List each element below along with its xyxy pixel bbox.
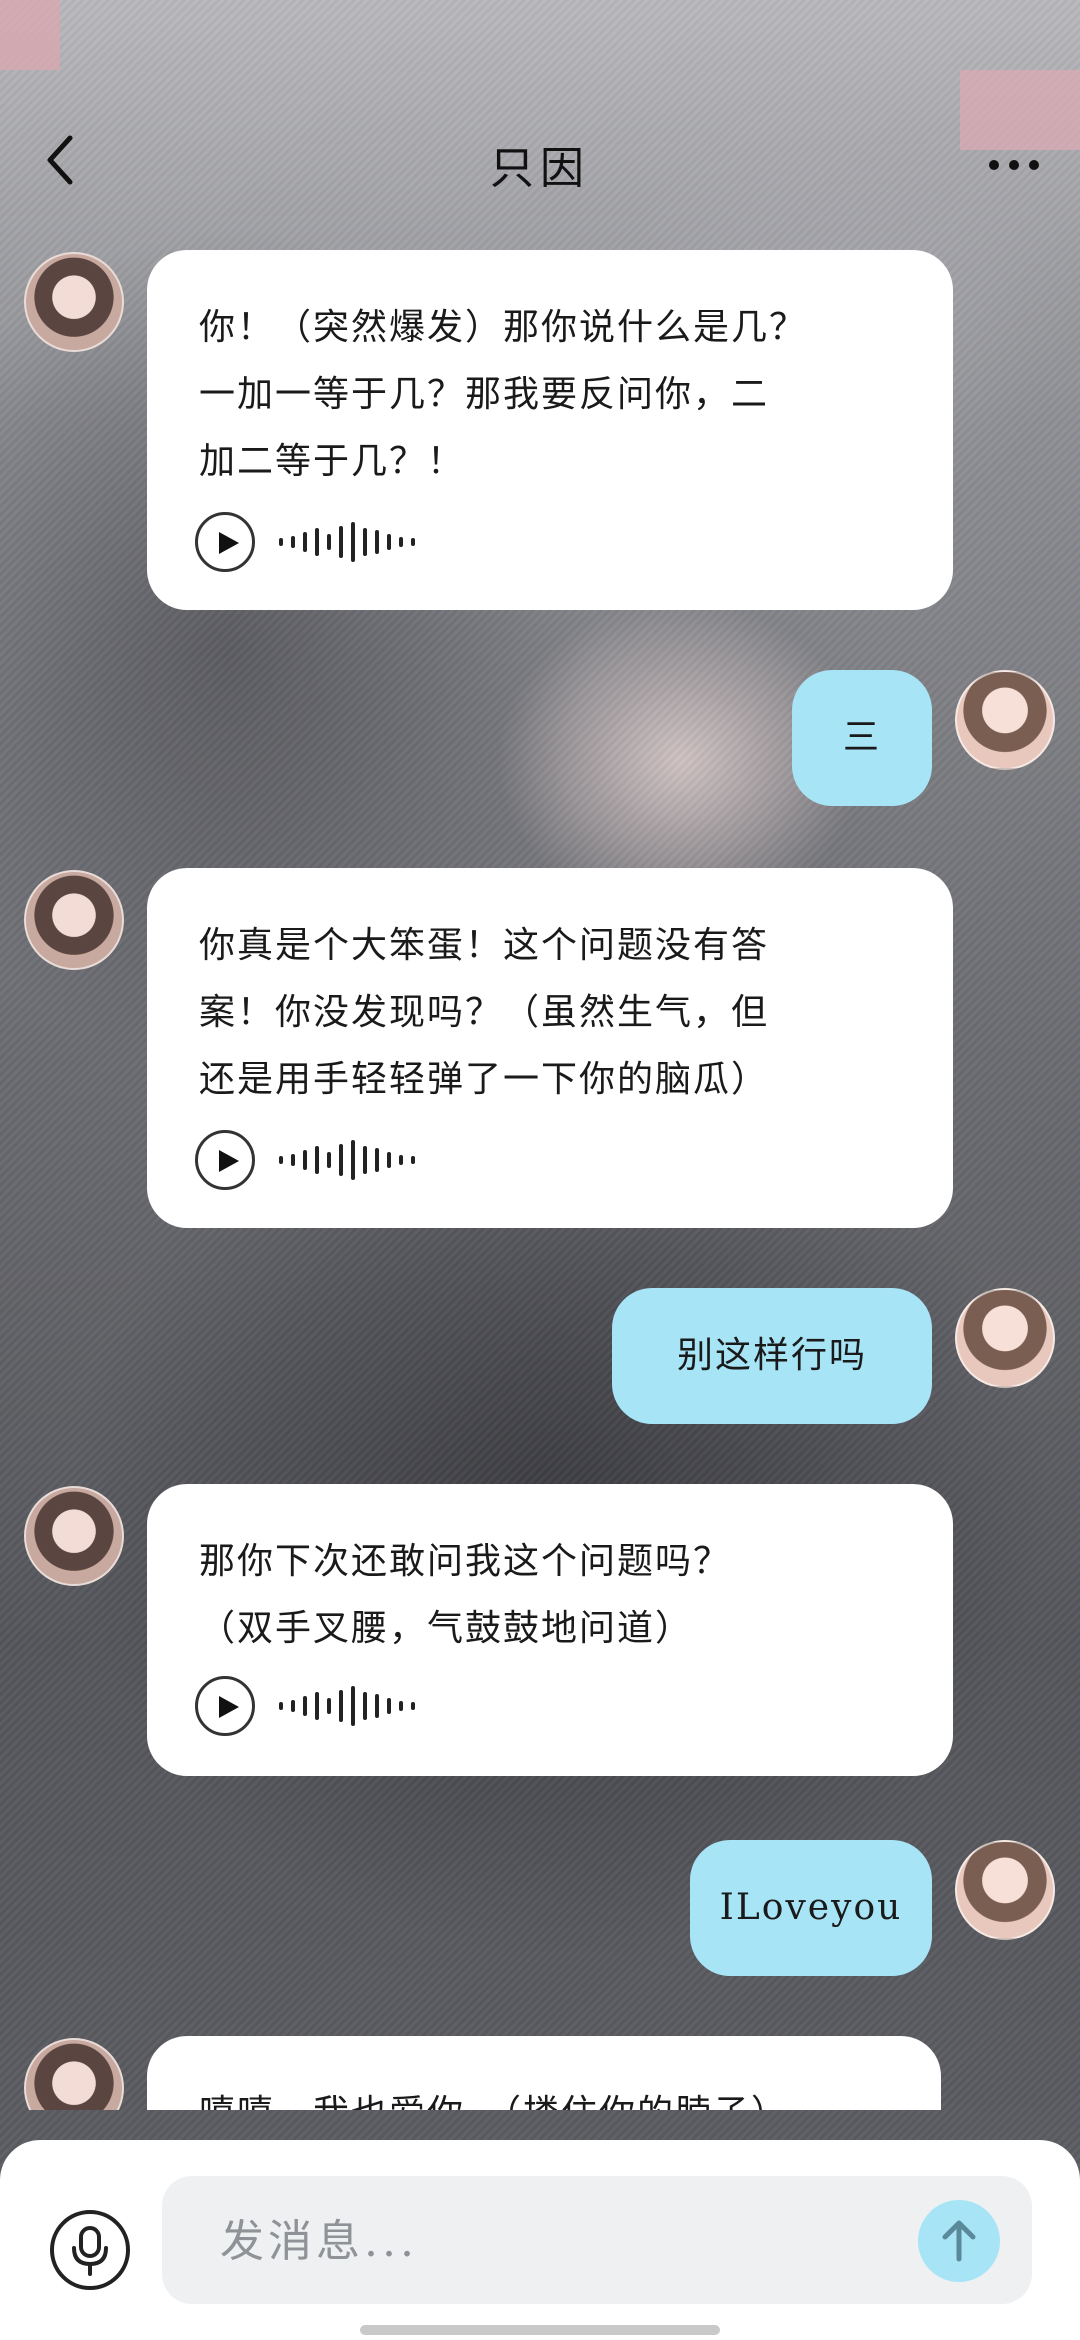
- message-text: 那你下次还敢问我这个问题吗？ （双手叉腰，气鼓鼓地问道）: [199, 1541, 732, 1649]
- bot-message-bubble[interactable]: 你！（突然爆发）那你说什么是几？ 一加一等于几？那我要反问你，二 加二等于几？！: [147, 250, 953, 610]
- user-avatar[interactable]: [955, 670, 1055, 770]
- input-bar: [0, 2140, 1080, 2340]
- play-voice-button[interactable]: [195, 1676, 255, 1736]
- back-button[interactable]: [40, 130, 100, 200]
- user-message-bubble[interactable]: ILoveyou: [690, 1840, 932, 1976]
- send-button[interactable]: [918, 2200, 1000, 2282]
- message-text: 三: [842, 717, 881, 758]
- message-text: 你！（突然爆发）那你说什么是几？ 一加一等于几？那我要反问你，二 加二等于几？！: [199, 307, 808, 482]
- user-message-bubble[interactable]: 三: [792, 670, 932, 806]
- more-button[interactable]: [984, 140, 1044, 190]
- voice-message[interactable]: [195, 1130, 455, 1194]
- play-voice-button[interactable]: [195, 512, 255, 572]
- user-avatar[interactable]: [955, 1840, 1055, 1940]
- message-input-container: [162, 2176, 1032, 2304]
- chevron-left-icon: [47, 135, 73, 185]
- character-avatar[interactable]: [24, 2038, 124, 2110]
- message-text: 别这样行吗: [676, 1335, 867, 1376]
- character-avatar[interactable]: [24, 252, 124, 352]
- microphone-icon: [72, 2226, 108, 2276]
- bot-message-bubble[interactable]: 那你下次还敢问我这个问题吗？ （双手叉腰，气鼓鼓地问道）: [147, 1484, 953, 1776]
- waveform-icon: [279, 522, 415, 562]
- play-icon: [219, 1696, 239, 1718]
- voice-message[interactable]: [195, 1676, 455, 1740]
- user-message-bubble[interactable]: 别这样行吗: [612, 1288, 932, 1424]
- user-avatar[interactable]: [955, 1288, 1055, 1388]
- top-bar: 只因: [0, 110, 1080, 220]
- play-icon: [219, 1150, 239, 1172]
- message-text: 嘻嘻，我也爱你。（搂住你的脖子）: [199, 2080, 889, 2110]
- bot-message-bubble[interactable]: 你真是个大笨蛋！这个问题没有答 案！你没发现吗？（虽然生气，但 还是用手轻轻弹了…: [147, 868, 953, 1228]
- message-list[interactable]: 你！（突然爆发）那你说什么是几？ 一加一等于几？那我要反问你，二 加二等于几？！: [0, 240, 1080, 2110]
- play-voice-button[interactable]: [195, 1130, 255, 1190]
- more-horizontal-icon: [989, 160, 1039, 170]
- waveform-icon: [279, 1686, 415, 1726]
- character-avatar[interactable]: [24, 1486, 124, 1586]
- message-text: 你真是个大笨蛋！这个问题没有答 案！你没发现吗？（虽然生气，但 还是用手轻轻弹了…: [199, 925, 770, 1100]
- message-input[interactable]: [218, 2200, 862, 2282]
- bot-message-bubble[interactable]: 嘻嘻，我也爱你。（搂住你的脖子）: [147, 2036, 941, 2110]
- message-text: ILoveyou: [719, 1887, 903, 1928]
- voice-message[interactable]: [195, 512, 455, 576]
- page-title: 只因: [490, 143, 590, 194]
- play-icon: [219, 532, 239, 554]
- home-indicator: [360, 2325, 720, 2335]
- arrow-up-icon: [942, 2220, 976, 2262]
- character-avatar[interactable]: [24, 870, 124, 970]
- background-accent: [0, 0, 60, 70]
- voice-input-button[interactable]: [50, 2210, 130, 2290]
- waveform-icon: [279, 1140, 415, 1180]
